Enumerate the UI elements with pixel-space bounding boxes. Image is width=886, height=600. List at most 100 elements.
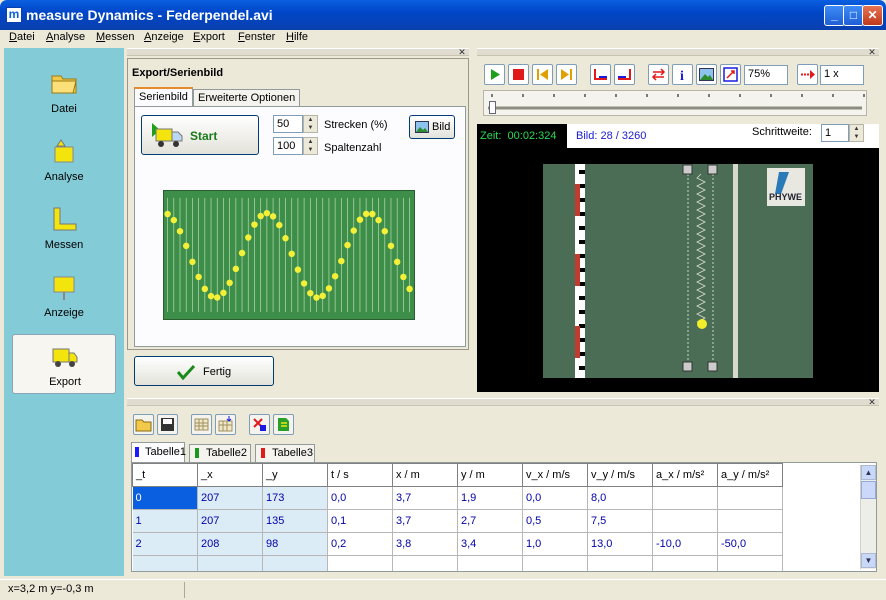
table-cell[interactable]: 1 [132, 509, 198, 533]
column-header[interactable]: _t [132, 463, 198, 487]
menu-export[interactable]: Export [193, 29, 225, 45]
table-cell[interactable] [717, 555, 783, 571]
menu-fenster[interactable]: Fenster [238, 29, 275, 45]
menu-hilfe[interactable]: Hilfe [286, 29, 308, 45]
column-header[interactable]: a_x / m/s² [652, 463, 718, 487]
table-cell[interactable]: 0,0 [522, 486, 588, 510]
start-button[interactable]: Start [141, 115, 259, 155]
column-header[interactable]: v_y / m/s [587, 463, 653, 487]
table-cell[interactable] [652, 486, 718, 510]
menu-analyse[interactable]: Analyse [46, 29, 85, 45]
table-cell[interactable]: 0,0 [327, 486, 393, 510]
delete-button[interactable] [249, 414, 270, 435]
info-button[interactable]: i [672, 64, 693, 85]
table-cell[interactable] [197, 555, 263, 571]
table-cell[interactable] [717, 486, 783, 510]
tab-tabelle3[interactable]: Tabelle3 [255, 444, 315, 462]
close-icon[interactable]: ✕ [457, 48, 467, 57]
table-cell[interactable]: 173 [262, 486, 328, 510]
table-cell[interactable] [522, 555, 588, 571]
close-icon[interactable]: ✕ [867, 398, 877, 407]
scroll-thumb[interactable] [861, 481, 876, 499]
sidebar-item-analyse[interactable]: Analyse [12, 130, 116, 190]
bild-button[interactable]: Bild [409, 115, 455, 139]
table-cell[interactable]: -10,0 [652, 532, 718, 556]
tab-erweiterte-optionen[interactable]: Erweiterte Optionen [193, 89, 301, 107]
frame-slider[interactable] [483, 90, 867, 116]
schrittweite-spinner[interactable]: ▲ ▼ [849, 124, 864, 142]
table-cell[interactable]: 1,9 [457, 486, 523, 510]
table-cell[interactable]: 8,0 [587, 486, 653, 510]
column-header[interactable]: a_y / m/s² [717, 463, 783, 487]
speed-input[interactable]: 1 x [820, 65, 864, 85]
spalten-spinner[interactable]: ▲ ▼ [303, 137, 318, 155]
table-cell[interactable]: 135 [262, 509, 328, 533]
minimize-button[interactable]: _ [824, 5, 845, 26]
vertical-scrollbar[interactable]: ▲ ▼ [860, 465, 876, 569]
table-cell[interactable]: 207 [197, 509, 263, 533]
menu-anzeige[interactable]: Anzeige [144, 29, 184, 45]
column-header[interactable]: _x [197, 463, 263, 487]
picture-button[interactable] [696, 64, 717, 85]
spalten-input[interactable]: 100 [273, 137, 303, 155]
table-grid-button[interactable] [191, 414, 212, 435]
tab-tabelle1[interactable]: Tabelle1 [131, 442, 186, 462]
table-cell[interactable]: 0,5 [522, 509, 588, 533]
last-frame-button[interactable] [556, 64, 577, 85]
spin-up-icon[interactable]: ▲ [850, 125, 863, 133]
table-cell[interactable]: 0 [132, 486, 198, 510]
scroll-up-icon[interactable]: ▲ [861, 465, 876, 480]
play-button[interactable] [484, 64, 505, 85]
table-cell[interactable] [652, 555, 718, 571]
table-cell[interactable] [457, 555, 523, 571]
fertig-button[interactable]: Fertig [134, 356, 274, 386]
table-cell[interactable]: 2,7 [457, 509, 523, 533]
sidebar-item-export[interactable]: Export [12, 334, 116, 394]
table-cell[interactable] [587, 555, 653, 571]
strecken-input[interactable]: 50 [273, 115, 303, 133]
strecken-spinner[interactable]: ▲ ▼ [303, 115, 318, 133]
speed-button[interactable] [797, 64, 818, 85]
table-cell[interactable] [327, 555, 393, 571]
mark-end-button[interactable] [614, 64, 635, 85]
table-cell[interactable]: 0,1 [327, 509, 393, 533]
table-cell[interactable]: 3,4 [457, 532, 523, 556]
table-cell[interactable]: 13,0 [587, 532, 653, 556]
menu-datei[interactable]: Datei [9, 29, 35, 45]
table-cell[interactable]: 3,7 [392, 509, 458, 533]
table-cell[interactable] [392, 555, 458, 571]
sidebar-item-messen[interactable]: Messen [12, 198, 116, 258]
column-header[interactable]: y / m [457, 463, 523, 487]
mark-start-button[interactable] [590, 64, 611, 85]
spin-up-icon[interactable]: ▲ [304, 138, 317, 146]
zoom-input[interactable]: 75% [744, 65, 788, 85]
spin-down-icon[interactable]: ▼ [304, 124, 317, 132]
table-cell[interactable]: 3,8 [392, 532, 458, 556]
table-cell[interactable] [717, 509, 783, 533]
table-cell[interactable]: 0,2 [327, 532, 393, 556]
save-button[interactable] [157, 414, 178, 435]
column-header[interactable]: v_x / m/s [522, 463, 588, 487]
column-header[interactable]: x / m [392, 463, 458, 487]
table-cell[interactable] [652, 509, 718, 533]
table-cell[interactable]: 2 [132, 532, 198, 556]
sidebar-item-datei[interactable]: Datei [12, 62, 116, 122]
table-cell[interactable]: 1,0 [522, 532, 588, 556]
table-add-button[interactable] [215, 414, 236, 435]
open-button[interactable] [133, 414, 154, 435]
table-cell[interactable]: 3,7 [392, 486, 458, 510]
scroll-down-icon[interactable]: ▼ [861, 553, 876, 568]
tab-tabelle2[interactable]: Tabelle2 [189, 444, 251, 462]
table-cell[interactable] [262, 555, 328, 571]
export-table-button[interactable] [273, 414, 294, 435]
schrittweite-input[interactable]: 1 [821, 124, 849, 142]
close-icon[interactable]: ✕ [867, 48, 877, 57]
table-cell[interactable]: 207 [197, 486, 263, 510]
close-button[interactable]: ✕ [862, 5, 883, 26]
table-cell[interactable]: 98 [262, 532, 328, 556]
table-cell[interactable]: 7,5 [587, 509, 653, 533]
table-cell[interactable]: 208 [197, 532, 263, 556]
column-header[interactable]: t / s [327, 463, 393, 487]
column-header[interactable]: _y [262, 463, 328, 487]
zoom-fit-button[interactable] [720, 64, 741, 85]
